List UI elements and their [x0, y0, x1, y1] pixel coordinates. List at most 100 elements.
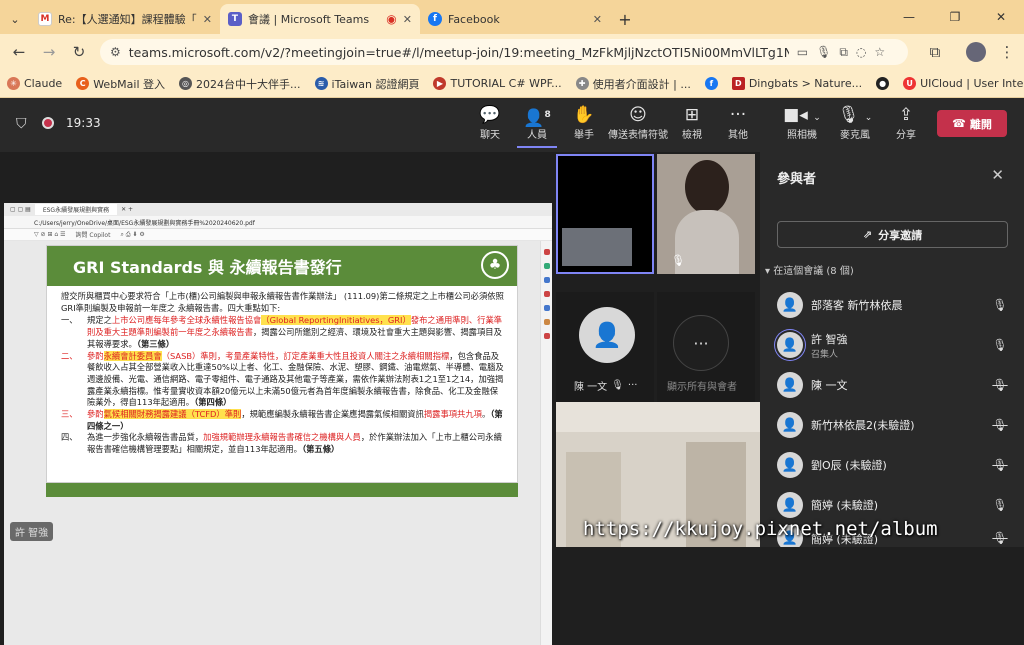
leave-button[interactable]: ☎ 離開	[937, 110, 1007, 137]
close-tab-icon[interactable]: ✕	[593, 13, 602, 26]
pdf-heading: GRI Standards 與 永續報告書發行 ♣	[47, 246, 517, 286]
menu-icon[interactable]: ⋮	[992, 43, 1022, 61]
bookmark-claude[interactable]: ✳ Claude	[0, 77, 69, 90]
mic-off-icon: 🎙	[611, 380, 624, 391]
copilot-label: 詢問 Copilot	[75, 232, 111, 239]
address-bar[interactable]: ⚙ teams.microsoft.com/v2/?meetingjoin=tr…	[100, 39, 908, 65]
mic-icon: 🎙	[992, 498, 1008, 512]
avatar: 👤	[579, 307, 635, 363]
shield-icon: ⛉	[16, 116, 27, 132]
shared-screen[interactable]: ▢ ▢ ▤ ESG永續發展規劃與實務 ✕ + C:/Users/jerry/On…	[4, 203, 552, 645]
browser-tab-facebook[interactable]: f Facebook ✕	[420, 4, 610, 34]
window-controls: — ❐ ✕	[886, 0, 1024, 34]
close-icon[interactable]: ✕	[991, 166, 1004, 184]
in-meeting-section[interactable]: ▾ 在這個會議 (8 個)	[765, 262, 854, 277]
shared-browser-tabs: ▢ ▢ ▤ ESG永續發展規劃與實務 ✕ +	[4, 203, 552, 216]
participant-row[interactable]: 👤 劉O辰 (未驗證) 🎙	[777, 447, 1008, 483]
close-window-icon[interactable]: ✕	[978, 10, 1024, 24]
bookmark-star-icon[interactable]: ☆	[874, 45, 885, 59]
gmail-icon: M	[38, 12, 52, 26]
browser-toolbar: ← → ↻ ⚙ teams.microsoft.com/v2/?meetingj…	[0, 34, 1024, 70]
emoji-icon: ☺	[629, 105, 647, 125]
bookmark-dingbats[interactable]: D Dingbats > Nature...	[725, 77, 869, 90]
bookmark-ui-design[interactable]: ✚ 使用者介面設計 | ...	[569, 76, 698, 92]
shared-tab-title: ESG永續發展規劃與實務	[34, 204, 118, 215]
pdf-body: 證交所與櫃買中心要求符合「上市(櫃)公司編製與申報永續報告書作業辦法」 (111…	[47, 286, 517, 456]
mic-button[interactable]: 🎙 ⌄ 麥克風	[833, 104, 877, 141]
pdf-item: 二、 參酌永續會計委員會（SASB）準則，考量產業特性，訂定產業重大性且投資人關…	[61, 350, 504, 408]
participant-row[interactable]: 👤 新竹林依晨2(未驗證) 🎙	[777, 407, 1008, 443]
close-tab-icon[interactable]: ✕	[403, 13, 412, 26]
people-button[interactable]: 👤8 人員	[517, 104, 557, 148]
share-invite-button[interactable]: ⇗ 分享邀請	[777, 221, 1008, 248]
avatar: 👤	[777, 332, 803, 358]
restore-icon[interactable]: ❐	[932, 10, 978, 24]
show-all-participants-tile[interactable]: ··· 顯示所有與會者	[657, 292, 755, 402]
room-video-thumbnail	[562, 228, 632, 266]
browser-tab-teams[interactable]: T 會議 | Microsoft Teams ◉ ✕	[220, 4, 420, 34]
pdf-item: 四、 為進一步強化永續報告書品質，加強規範辦理永續報告書確信之機構與人員，於作業…	[61, 432, 502, 455]
bookmarks-bar: ✳ Claude C WebMail 登入 ◎ 2024台中十大伴手... ≋ iTai…	[0, 70, 1024, 98]
participant-row[interactable]: 👤 部落客 新竹林依晨 🎙	[777, 287, 1008, 323]
pdf-viewer: GRI Standards 與 永續報告書發行 ♣ 證交所與櫃買中心要求符合「上…	[4, 241, 552, 645]
share-button[interactable]: ⇪ 分享	[886, 104, 926, 141]
view-button[interactable]: ⊞ 檢視	[672, 104, 712, 141]
bookmark-github[interactable]: ●	[869, 77, 896, 90]
raise-hand-button[interactable]: ✋ 舉手	[564, 104, 604, 141]
eye-off-icon[interactable]: ◌	[856, 45, 866, 59]
react-button[interactable]: ☺ 傳送表情符號	[607, 104, 669, 141]
video-tile-speaker[interactable]: 🎙	[657, 154, 755, 274]
tutorial-icon: ▶	[433, 77, 447, 90]
bookmark-webmail[interactable]: C WebMail 登入	[69, 76, 172, 92]
bookmark-facebook[interactable]: f	[698, 77, 725, 90]
profile-avatar[interactable]	[966, 42, 986, 62]
extensions-icon[interactable]: ⧉	[920, 43, 950, 61]
mic-permission-icon[interactable]: 🎙	[816, 45, 831, 59]
bookmark-tutorial[interactable]: ▶ TUTORIAL C# WPF...	[426, 77, 568, 90]
screen-share-icon[interactable]: ⧉	[839, 45, 848, 60]
presenter-name-label: 許 智強	[10, 522, 54, 541]
window-icon: ▢ ▢ ▤	[10, 206, 31, 213]
close-tab-icon[interactable]: ✕	[203, 13, 212, 26]
wifi-icon: ≋	[314, 77, 328, 90]
participant-row[interactable]: 👤 陳 一文 🎙	[777, 367, 1008, 403]
plus-icon: +	[618, 9, 632, 29]
more-icon[interactable]: ···	[628, 380, 638, 391]
participant-row[interactable]: 👤 許 智強 召集人 🎙	[777, 327, 1008, 363]
mic-off-icon: 🎙	[992, 531, 1008, 545]
tab-search-button[interactable]: ⌄	[0, 4, 30, 34]
share-icon: ⇪	[898, 105, 914, 125]
chevron-down-icon: ▾	[765, 266, 771, 277]
site-info-icon[interactable]: ⚙	[110, 45, 121, 59]
mic-off-icon: 🎙	[992, 418, 1008, 432]
camera-icon: ■◂ ⌄	[783, 105, 821, 125]
reload-icon[interactable]: ↻	[64, 43, 94, 61]
webmail-icon: C	[76, 77, 90, 90]
people-count: 8	[544, 110, 551, 120]
bookmark-taichung[interactable]: ◎ 2024台中十大伴手...	[172, 76, 307, 92]
more-button[interactable]: ··· 其他	[718, 104, 758, 141]
video-tile-chen[interactable]: 👤 陳 一文 🎙 ···	[556, 292, 654, 402]
bookmark-itaiwan[interactable]: ≋ iTaiwan 認證網頁	[308, 76, 427, 92]
dingbats-icon: D	[731, 77, 745, 90]
bookmark-uicloud[interactable]: U UICloud | User Inte...	[896, 77, 1024, 90]
browser-tab-gmail[interactable]: M Re:【人選通知】課程體驗「ESG ✕	[30, 4, 220, 34]
forward-icon[interactable]: →	[34, 43, 64, 61]
minimize-icon[interactable]: —	[886, 10, 932, 24]
meeting-timer: 19:33	[66, 116, 101, 130]
tab-list-icon: ⌄	[10, 12, 20, 26]
camera-button[interactable]: ■◂ ⌄ 照相機	[780, 104, 824, 141]
teams-icon: T	[228, 12, 242, 26]
video-tile-room[interactable]	[556, 154, 654, 274]
mic-off-icon: 🎙	[992, 378, 1008, 392]
grid-icon: ⊞	[684, 105, 700, 125]
tab-title: 會議 | Microsoft Teams	[248, 13, 370, 26]
participants-panel: 參與者 ✕ ⇗ 分享邀請 ▾ 在這個會議 (8 個) 👤 部落客 新竹林依晨 🎙 …	[760, 152, 1024, 547]
camera-permission-icon[interactable]: ▭	[797, 45, 808, 59]
facebook-icon: f	[428, 12, 442, 26]
new-tab-button[interactable]: +	[610, 4, 640, 34]
url-text[interactable]: teams.microsoft.com/v2/?meetingjoin=true…	[129, 45, 789, 60]
back-icon[interactable]: ←	[4, 43, 34, 61]
chat-button[interactable]: 💬 聊天	[470, 104, 510, 141]
phone-icon: ☎	[952, 117, 966, 130]
